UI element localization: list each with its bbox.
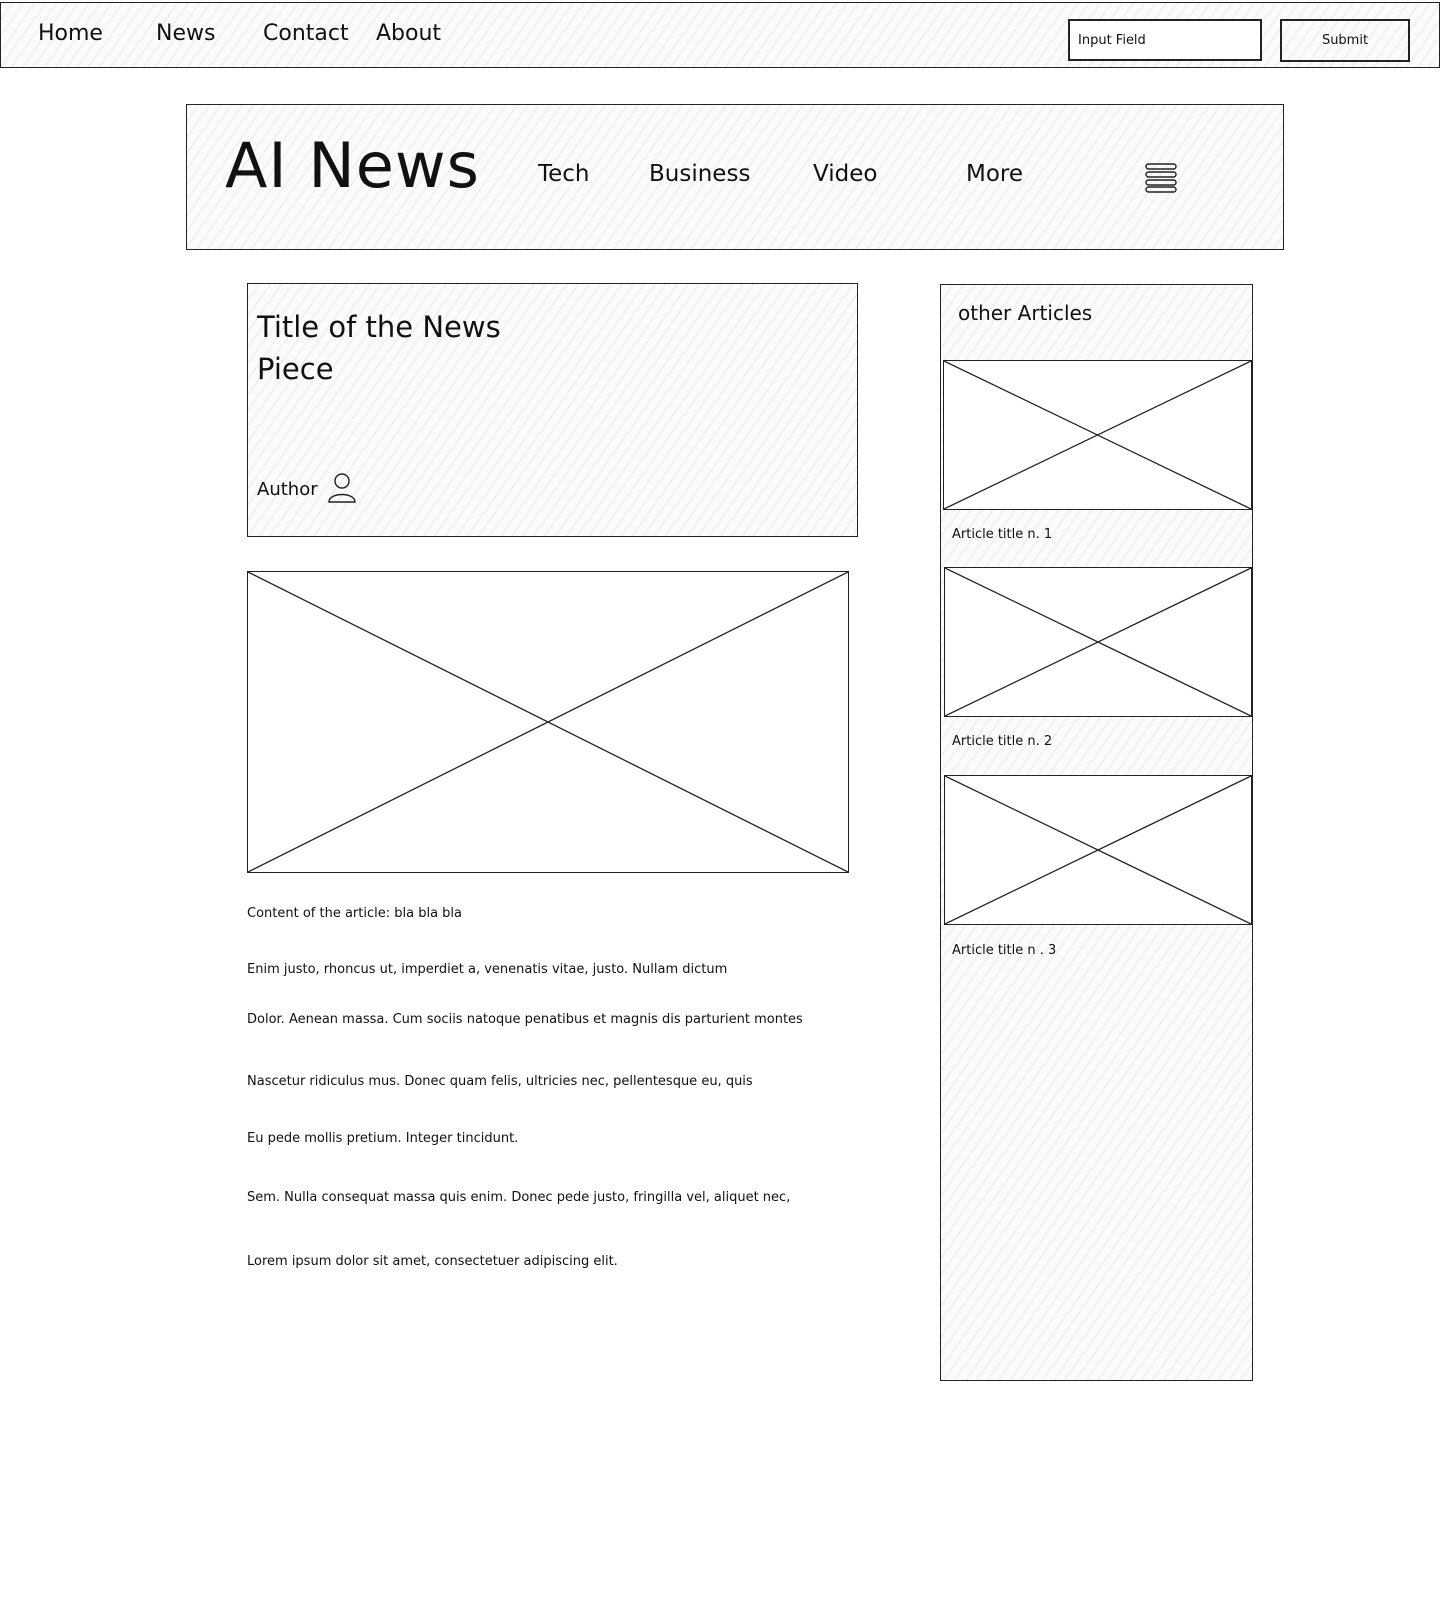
- article-paragraph: Nascetur ridiculus mus. Donec quam felis…: [247, 1074, 753, 1089]
- article-title: Title of the News Piece: [257, 310, 501, 386]
- hamburger-menu-icon[interactable]: [1145, 163, 1177, 193]
- category-link-more[interactable]: More: [966, 161, 1023, 187]
- top-navigation-bar: Home News Contact About Submit: [0, 2, 1440, 68]
- category-link-tech[interactable]: Tech: [538, 161, 590, 187]
- user-icon[interactable]: [327, 472, 357, 504]
- sidebar-article-image[interactable]: [944, 775, 1252, 925]
- category-link-video[interactable]: Video: [813, 161, 877, 187]
- article-paragraph: Dolor. Aenean massa. Cum sociis natoque …: [247, 1012, 803, 1027]
- site-logo[interactable]: AI News: [225, 129, 480, 202]
- sidebar-article-title[interactable]: Article title n. 2: [952, 734, 1052, 749]
- sidebar-title: other Articles: [958, 301, 1093, 325]
- category-link-business[interactable]: Business: [649, 161, 750, 187]
- article-image-placeholder: [247, 571, 849, 873]
- sidebar-article-title[interactable]: Article title n . 3: [952, 943, 1056, 958]
- submit-button[interactable]: Submit: [1280, 19, 1410, 62]
- sidebar-article-title[interactable]: Article title n. 1: [952, 527, 1052, 542]
- article-header-card: Title of the News Piece Author: [247, 283, 858, 537]
- author-label: Author: [257, 479, 318, 500]
- article-paragraph: Content of the article: bla bla bla: [247, 906, 463, 921]
- article-paragraph: Eu pede mollis pretium. Integer tincidun…: [247, 1131, 519, 1146]
- sidebar-article-image[interactable]: [944, 567, 1252, 717]
- sidebar-article-image[interactable]: [943, 360, 1252, 510]
- article-paragraph: Lorem ipsum dolor sit amet, consectetuer…: [247, 1254, 618, 1269]
- nav-link-home[interactable]: Home: [38, 21, 103, 46]
- search-input[interactable]: [1068, 19, 1262, 61]
- nav-link-about[interactable]: About: [376, 21, 441, 46]
- site-header: AI News Tech Business Video More: [186, 104, 1284, 250]
- other-articles-sidebar: other Articles Article title n. 1 Articl…: [940, 284, 1253, 1381]
- nav-link-news[interactable]: News: [156, 21, 215, 46]
- article-paragraph: Enim justo, rhoncus ut, imperdiet a, ven…: [247, 962, 728, 977]
- article-paragraph: Sem. Nulla consequat massa quis enim. Do…: [247, 1190, 791, 1205]
- nav-link-contact[interactable]: Contact: [263, 21, 349, 46]
